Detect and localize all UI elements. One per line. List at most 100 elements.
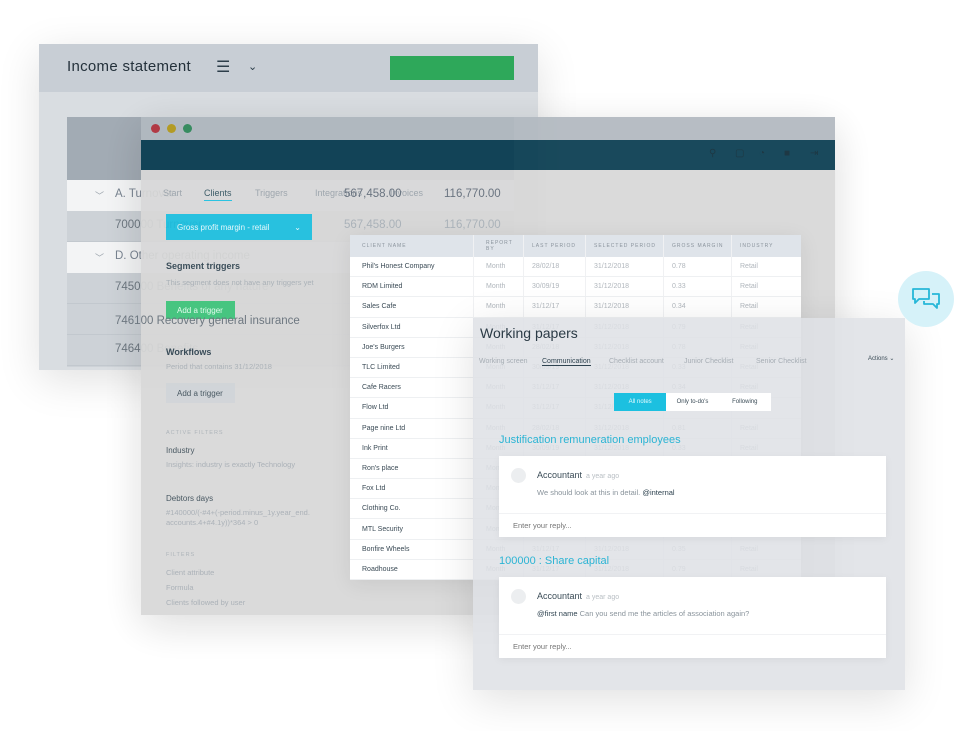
tab-triggers[interactable]: Triggers	[255, 188, 288, 198]
column-header[interactable]: CLIENT NAME	[350, 235, 474, 257]
segment-dropdown[interactable]: Gross profit margin - retail ⌄	[166, 214, 312, 240]
filter-label[interactable]: Debtors days	[166, 494, 213, 503]
table-cell: Phil's Honest Company	[350, 257, 474, 277]
active-filters-label: ACTIVE FILTERS	[166, 430, 224, 436]
table-cell: Page nine Ltd	[350, 418, 474, 438]
row-value: 116,770.00	[444, 219, 501, 231]
table-header: CLIENT NAME REPORT BY LAST PERIOD SELECTED …	[350, 235, 801, 257]
working-papers-window: Working papers Working screen Communicat…	[473, 318, 905, 690]
tab-checklist-account[interactable]: Checklist account	[609, 358, 664, 365]
table-cell: Month	[474, 297, 524, 317]
chat-icon[interactable]: ■	[784, 148, 790, 159]
filter-value: #140000/(-#4+(-period.minus_1y.year_end.	[166, 508, 310, 517]
note-text: Can you send me the articles of associat…	[579, 609, 750, 618]
note-text: We should look at this in detail.	[537, 488, 641, 497]
tab-senior-checklist[interactable]: Senior Checklist	[756, 358, 807, 365]
table-cell: 0.33	[664, 277, 732, 297]
tab-junior-checklist[interactable]: Junior Checklist	[684, 358, 733, 365]
table-row[interactable]: Phil's Honest Company Month 28/02/18 31/12/…	[350, 257, 801, 278]
workflows-heading: Workflows	[166, 347, 212, 357]
tab-working-screen[interactable]: Working screen	[479, 358, 528, 365]
notes-filter: All notes Only to-do's Following	[614, 393, 771, 411]
row-label: 746100 Recovery general insurance	[115, 315, 300, 327]
page-title: Income statement	[67, 58, 192, 75]
avatar	[511, 468, 526, 483]
reply-input[interactable]	[499, 513, 886, 537]
note-message: @first name Can you send me the articles…	[537, 609, 749, 618]
row-value: 567,458.00	[344, 219, 402, 231]
table-row[interactable]: Sales Cafe Month 31/12/17 31/12/2018 0.34 Ret…	[350, 297, 801, 318]
table-cell: Clothing Co.	[350, 499, 474, 519]
add-workflow-trigger-button[interactable]: Add a trigger	[166, 383, 235, 403]
note-time: a year ago	[586, 473, 620, 480]
column-header[interactable]: LAST PERIOD	[524, 235, 586, 257]
table-cell: Retail	[740, 283, 758, 291]
filters-label: FILTERS	[166, 552, 196, 558]
column-header[interactable]: REPORT BY	[474, 235, 524, 257]
close-dot[interactable]	[151, 124, 160, 133]
column-header[interactable]: GROSS MARGIN	[664, 235, 732, 257]
table-cell: 31/12/2018	[586, 277, 664, 297]
table-cell: 31/12/2018	[586, 297, 664, 317]
segment-empty-text: This segment does not have any triggers …	[166, 278, 314, 287]
table-row[interactable]: RDM Limited Month 30/09/19 31/12/2018 0.33 Re…	[350, 277, 801, 298]
hamburger-icon[interactable]: ☰	[216, 57, 230, 77]
actions-label: Actions	[868, 356, 888, 362]
table-cell: Roadhouse	[350, 559, 474, 579]
row-value: 567,458.00	[344, 188, 402, 200]
window-titlebar	[141, 117, 835, 140]
table-cell: 30/09/19	[524, 277, 586, 297]
top-nav: ⚲ ▢ ◔ ■ ⇥	[141, 140, 835, 170]
table-cell: Flow Ltd	[350, 398, 474, 418]
segment-following[interactable]: Following	[719, 393, 771, 411]
mention[interactable]: @internal	[642, 488, 674, 497]
chat-button[interactable]	[898, 271, 954, 327]
column-header[interactable]: INDUSTRY	[732, 235, 801, 257]
bell-icon[interactable]: ◔	[759, 148, 765, 159]
note-message: We should look at this in detail. @inter…	[537, 488, 675, 497]
search-icon[interactable]: ⚲	[709, 148, 716, 159]
table-cell: Bonfire Wheels	[350, 539, 474, 559]
primary-action-button[interactable]	[390, 56, 514, 80]
table-cell: Ron's place	[350, 458, 474, 479]
table-cell: MTL Security	[350, 519, 474, 539]
table-cell: RDM Limited	[350, 277, 474, 297]
table-cell: Cafe Racers	[350, 378, 474, 398]
filter-option[interactable]: Formula	[166, 583, 194, 592]
tab-clients[interactable]: Clients	[204, 188, 232, 201]
filter-option[interactable]: Clients followed by user	[166, 598, 245, 607]
reply-input[interactable]	[499, 634, 886, 658]
table-cell: Joe's Burgers	[350, 337, 474, 357]
calendar-icon[interactable]: ▢	[735, 148, 744, 159]
filter-label[interactable]: Industry	[166, 446, 194, 455]
filter-option[interactable]: Client attribute	[166, 568, 214, 577]
logout-icon[interactable]: ⇥	[810, 148, 818, 159]
table-cell: Ink Print	[350, 438, 474, 458]
table-cell: 0.34	[664, 297, 732, 317]
filter-value: accounts.4+#4.1y))*364 > 0	[166, 518, 259, 527]
tab-communication[interactable]: Communication	[542, 358, 591, 366]
minimize-dot[interactable]	[167, 124, 176, 133]
table-cell: 0.78	[664, 257, 732, 277]
column-header[interactable]: SELECTED PERIOD	[586, 235, 664, 257]
table-cell: Sales Cafe	[350, 297, 474, 317]
chevron-down-icon: ﹀	[95, 253, 105, 263]
maximize-dot[interactable]	[183, 124, 192, 133]
note-author: Accountant	[537, 591, 583, 601]
note-card: Accountant a year ago We should look at t…	[499, 456, 886, 537]
row-value: 116,770.00	[444, 188, 501, 200]
table-cell: 28/02/18	[524, 257, 586, 277]
note-author: Accountant	[537, 470, 583, 480]
tab-start[interactable]: Start	[163, 188, 182, 198]
actions-dropdown[interactable]: Actions ⌄	[868, 355, 894, 362]
mention[interactable]: @first name	[537, 609, 578, 618]
chevron-down-icon: ﹀	[95, 191, 105, 201]
note-time: a year ago	[586, 594, 620, 601]
table-cell: Month	[474, 257, 524, 277]
segment-only-todos[interactable]: Only to-do's	[666, 393, 718, 411]
table-cell: Fox Ltd	[350, 479, 474, 499]
table-cell: Retail	[740, 263, 758, 271]
table-cell: Month	[474, 277, 524, 297]
segment-all-notes[interactable]: All notes	[614, 393, 667, 411]
chevron-down-icon[interactable]: ⌄	[248, 60, 257, 73]
